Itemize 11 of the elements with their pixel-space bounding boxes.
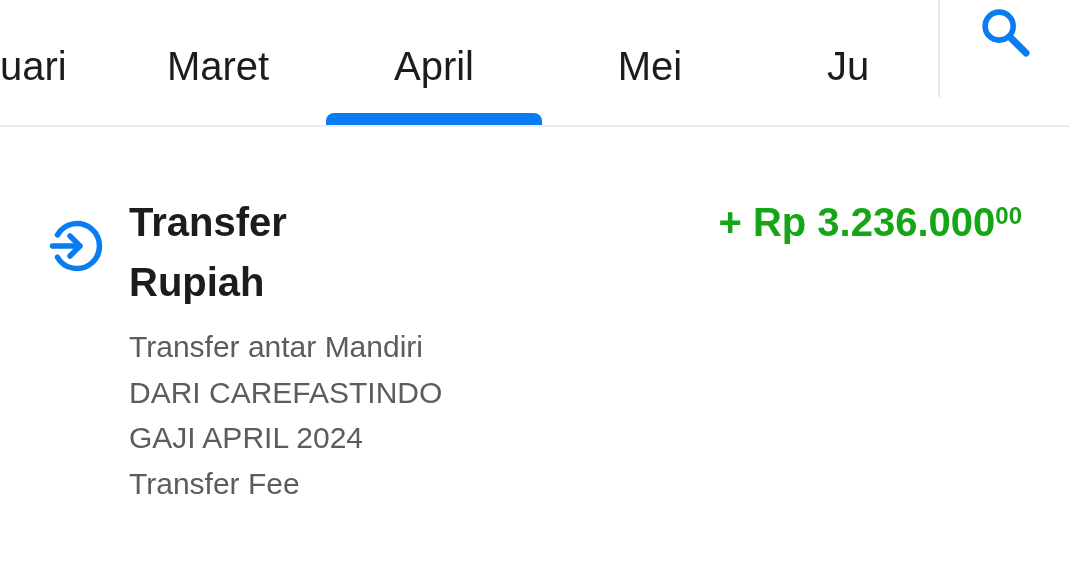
transaction-title: Transfer Rupiah [129, 199, 288, 306]
description-line: DARI CAREFASTINDO [129, 374, 444, 411]
description-line: Transfer Fee [129, 465, 301, 502]
month-tab[interactable]: Mei [542, 0, 758, 125]
transaction-amount: + Rp 3.236.000$^{00}$ [718, 199, 1022, 246]
month-tab[interactable]: Ju [758, 0, 938, 125]
description-line: GAJI APRIL 2024 [129, 420, 365, 456]
month-tab[interactable]: April [326, 0, 542, 125]
description-line: Transfer antar Mandiri [129, 329, 424, 365]
month-tab[interactable]: uari [0, 0, 110, 125]
month-tab[interactable]: Maret [110, 0, 326, 125]
